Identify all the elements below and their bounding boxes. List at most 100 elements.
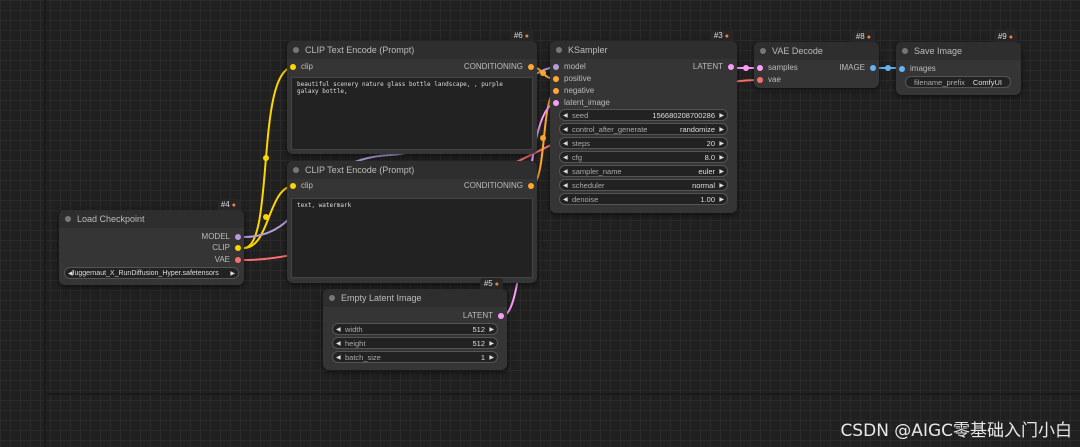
denoise-widget[interactable]: ◀ denoise 1.00 ▶ [559, 193, 728, 205]
slot-dot-icon[interactable] [553, 76, 559, 82]
node-title[interactable]: Save Image [896, 42, 1021, 60]
slot-dot-icon[interactable] [899, 66, 905, 72]
arrow-left-icon[interactable]: ◀ [336, 338, 341, 350]
seed-widget[interactable]: ◀ seed 156680208700286 ▶ [559, 109, 728, 121]
width-widget[interactable]: ◀ width 512 ▶ [332, 323, 498, 335]
arrow-left-icon[interactable]: ◀ [563, 124, 568, 136]
node-title[interactable]: CLIP Text Encode (Prompt) [287, 161, 537, 179]
arrow-left-icon[interactable]: ◀ [336, 352, 341, 364]
input-slot-negative[interactable]: negative [550, 85, 594, 97]
collapse-dot-icon[interactable] [293, 167, 299, 173]
input-slot-clip[interactable]: clip [287, 61, 313, 73]
node-clip-text-encode-positive[interactable]: #6 ● CLIP Text Encode (Prompt) clip CONDI… [287, 30, 537, 154]
node-id-badge: #6 ● [509, 30, 533, 41]
slot-dot-icon[interactable] [528, 64, 534, 70]
control-after-generate-widget[interactable]: ◀ control_after_generate randomize ▶ [559, 123, 728, 135]
output-slot-latent[interactable]: LATENT [463, 310, 507, 322]
node-clip-text-encode-negative[interactable]: CLIP Text Encode (Prompt) clip CONDITION… [287, 161, 537, 283]
arrow-right-icon[interactable]: ▶ [489, 338, 494, 350]
height-widget[interactable]: ◀ height 512 ▶ [332, 337, 498, 349]
widget-label: sampler_name [572, 167, 622, 176]
steps-widget[interactable]: ◀ steps 20 ▶ [559, 137, 728, 149]
arrow-right-icon[interactable]: ▶ [489, 352, 494, 364]
input-slot-latent-image[interactable]: latent_image [550, 97, 610, 109]
node-title[interactable]: Empty Latent Image [323, 289, 507, 307]
slot-dot-icon[interactable] [870, 65, 876, 71]
input-slot-positive[interactable]: positive [550, 73, 591, 85]
output-slot-conditioning[interactable]: CONDITIONING [464, 180, 537, 192]
collapse-dot-icon[interactable] [760, 48, 766, 54]
prompt-textarea[interactable]: beautiful scenery nature glass bottle la… [291, 77, 533, 150]
collapse-dot-icon[interactable] [329, 295, 335, 301]
arrow-right-icon[interactable]: ▶ [719, 124, 724, 136]
arrow-left-icon[interactable]: ◀ [563, 180, 568, 192]
node-title[interactable]: VAE Decode [754, 42, 879, 60]
input-slot-images[interactable]: images [896, 63, 936, 75]
widget-value: 8.0 [704, 153, 715, 162]
arrow-left-icon[interactable]: ◀ [563, 166, 568, 178]
arrow-left-icon[interactable]: ◀ [563, 110, 568, 122]
slot-dot-icon[interactable] [528, 183, 534, 189]
node-title[interactable]: CLIP Text Encode (Prompt) [287, 41, 537, 59]
node-title[interactable]: KSampler [550, 41, 737, 59]
widget-label: batch_size [345, 353, 381, 362]
input-slot-clip[interactable]: clip [287, 180, 313, 192]
filename-prefix-widget[interactable]: filename_prefix ComfyUI [905, 76, 1011, 88]
node-title-text: Save Image [914, 46, 963, 56]
arrow-right-icon[interactable]: ▶ [719, 138, 724, 150]
prompt-textarea[interactable]: text, watermark [291, 198, 533, 278]
fox-icon: ● [231, 202, 236, 209]
node-save-image[interactable]: #9 ● Save Image images filename_prefix Com… [896, 31, 1021, 95]
slot-dot-icon[interactable] [553, 64, 559, 70]
arrow-left-icon[interactable]: ◀ [336, 324, 341, 336]
node-ksampler[interactable]: #3 ● KSampler model positive negative lat… [550, 30, 737, 213]
input-slot-vae[interactable]: vae [754, 74, 781, 86]
cfg-widget[interactable]: ◀ cfg 8.0 ▶ [559, 151, 728, 163]
arrow-right-icon[interactable]: ▶ [719, 180, 724, 192]
slot-label: clip [301, 181, 314, 190]
slot-dot-icon[interactable] [235, 257, 241, 263]
slot-dot-icon[interactable] [235, 245, 241, 251]
node-load-checkpoint[interactable]: #4 ● Load Checkpoint MODEL CLIP VAE ◀ Jug… [59, 199, 244, 285]
arrow-right-icon[interactable]: ▶ [230, 268, 235, 280]
slot-dot-icon[interactable] [498, 313, 504, 319]
collapse-dot-icon[interactable] [293, 47, 299, 53]
arrow-left-icon[interactable]: ◀ [563, 138, 568, 150]
arrow-right-icon[interactable]: ▶ [489, 324, 494, 336]
slot-dot-icon[interactable] [290, 64, 296, 70]
arrow-right-icon[interactable]: ▶ [719, 152, 724, 164]
output-slot-vae[interactable]: VAE [215, 254, 244, 266]
slot-dot-icon[interactable] [553, 88, 559, 94]
arrow-right-icon[interactable]: ▶ [719, 110, 724, 122]
input-slot-model[interactable]: model [550, 61, 586, 73]
output-slot-clip[interactable]: CLIP [212, 242, 244, 254]
output-slot-image[interactable]: IMAGE [839, 62, 879, 74]
slot-dot-icon[interactable] [553, 100, 559, 106]
slot-dot-icon[interactable] [235, 234, 241, 240]
collapse-dot-icon[interactable] [556, 47, 562, 53]
node-empty-latent-image[interactable]: #5 ● Empty Latent Image LATENT ◀ width 512 ▶… [323, 278, 507, 370]
input-slot-samples[interactable]: samples [754, 62, 798, 74]
arrow-right-icon[interactable]: ▶ [719, 166, 724, 178]
node-title[interactable]: Load Checkpoint [59, 210, 244, 228]
arrow-left-icon[interactable]: ◀ [563, 152, 568, 164]
scheduler-widget[interactable]: ◀ scheduler normal ▶ [559, 179, 728, 191]
collapse-dot-icon[interactable] [902, 48, 908, 54]
output-slot-latent[interactable]: LATENT [693, 61, 737, 73]
arrow-right-icon[interactable]: ▶ [719, 194, 724, 206]
node-id-badge: #4 ● [216, 199, 240, 210]
sampler-name-widget[interactable]: ◀ sampler_name euler ▶ [559, 165, 728, 177]
slot-dot-icon[interactable] [728, 64, 734, 70]
node-title-text: VAE Decode [772, 46, 823, 56]
collapse-dot-icon[interactable] [65, 216, 71, 222]
output-slot-conditioning[interactable]: CONDITIONING [464, 61, 537, 73]
slot-dot-icon[interactable] [290, 183, 296, 189]
slot-label: positive [564, 74, 592, 83]
ckpt-name-combo[interactable]: ◀ Juggernaut_X_RunDiffusion_Hyper.safete… [64, 267, 239, 279]
slot-dot-icon[interactable] [757, 65, 763, 71]
widget-value: 1 [480, 353, 485, 362]
batch-size-widget[interactable]: ◀ batch_size 1 ▶ [332, 351, 498, 363]
node-vae-decode[interactable]: #8 ● VAE Decode samples vae IMAGE [754, 31, 879, 88]
arrow-left-icon[interactable]: ◀ [563, 194, 568, 206]
slot-dot-icon[interactable] [757, 77, 763, 83]
